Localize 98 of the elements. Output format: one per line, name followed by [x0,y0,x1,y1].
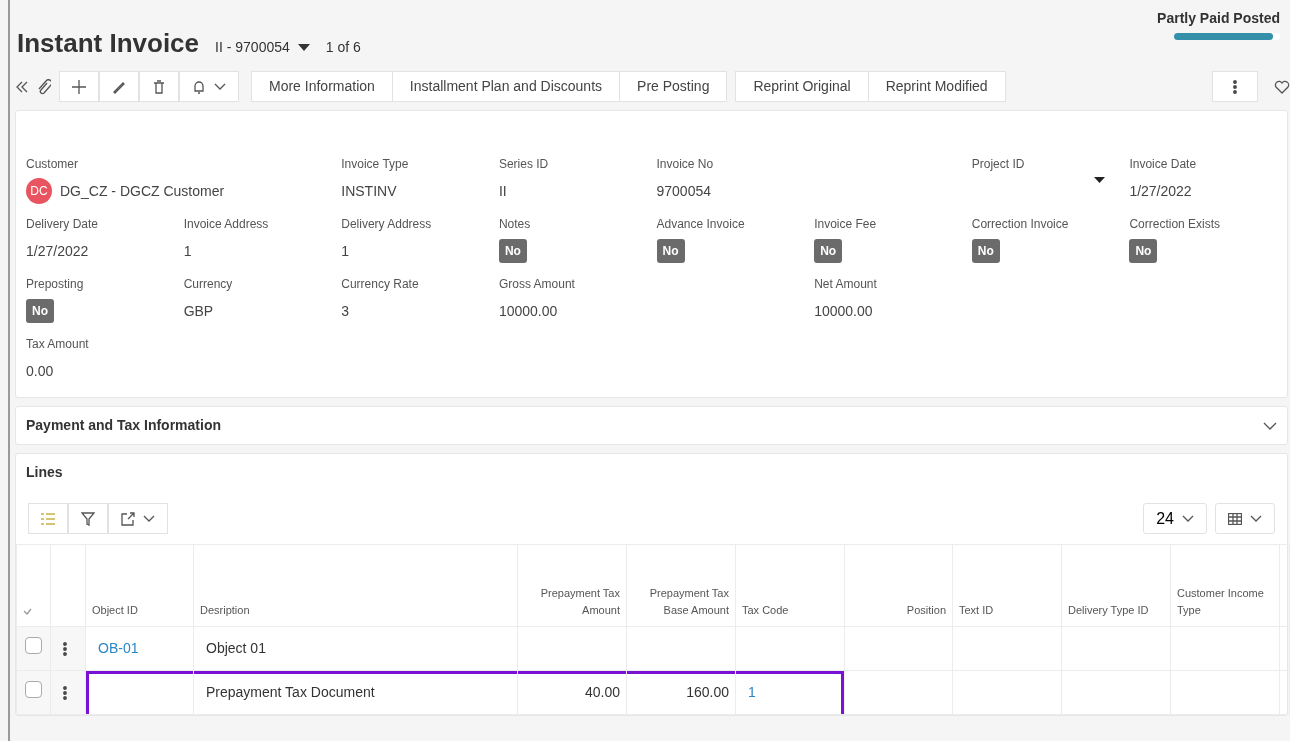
field-label: Customer [26,156,79,173]
field-value: 10000.00 [814,301,873,321]
toolbar-button[interactable]: Installment Plan and Discounts [392,71,621,102]
field-label: Advance Invoice [656,216,746,233]
toolbar-button[interactable]: Reprint Original [735,71,869,102]
field-value: 9700054 [656,181,711,201]
column-header[interactable]: Prepayment Tax Amount [517,544,627,627]
heart-icon[interactable] [1274,79,1290,94]
chevron-icon [214,82,226,91]
row-checkbox[interactable] [25,681,42,698]
toolbar-button[interactable]: More Information [251,71,393,102]
chevron-icon [143,514,155,523]
field-value: 1/27/2022 [26,241,89,261]
page-title: Instant Invoice [17,27,200,60]
field-label: Preposting [26,276,85,293]
record-pager: 1 of 6 [325,38,361,57]
field-label: Delivery Date [26,216,100,233]
field-label: Gross Amount [498,276,576,293]
field-label: Invoice Fee [814,216,878,233]
field-value: 1/27/2022 [1129,181,1192,201]
field-value: 1 [341,241,350,261]
page-size-dropdown[interactable]: 24 [1143,503,1207,534]
paperclip-icon[interactable] [37,78,51,95]
delete-button[interactable] [139,71,179,102]
table-icon [1228,512,1242,525]
column-header[interactable]: Text ID [952,544,1062,627]
table-cell: 160.00 [686,684,729,700]
table-cell: Prepayment Tax Document [206,684,375,700]
toggle-switch[interactable]: No [971,239,1000,263]
kebab-icon[interactable] [63,686,67,701]
collapsible-panel[interactable]: Payment and Tax Information [15,406,1288,445]
field-label: Invoice Type [341,156,410,173]
table-cell: Object 01 [206,640,266,656]
cell-link[interactable]: OB-01 [98,640,139,656]
field-label: Invoice Address [183,216,270,233]
toggle-switch[interactable]: No [26,299,54,323]
caret-icon [297,43,310,52]
toggle-switch[interactable]: No [498,239,527,263]
field-label: Series ID [498,156,550,173]
section-title: Lines [25,463,64,482]
field-label: Currency [183,276,234,293]
field-label: Project ID [971,156,1026,173]
field-value: GBP [183,301,214,321]
column-header[interactable]: Prepayment Tax Base Amount [626,544,736,627]
caret-icon [1094,177,1106,184]
field-label: Correction Exists [1129,216,1222,233]
field-value: 0.00 [26,361,54,381]
export-dropdown[interactable] [108,503,168,534]
field-label: Invoice Date [1129,156,1198,173]
edit-button[interactable] [99,71,139,102]
column-header[interactable]: Delivery Type ID [1061,544,1171,627]
kebab-icon[interactable] [63,642,67,657]
field-label: Delivery Address [341,216,433,233]
filter-icon [81,511,95,526]
field-value: 10000.00 [498,301,558,321]
more-button[interactable] [1212,71,1258,102]
toggle-switch[interactable]: No [814,239,843,263]
checkmark-icon [23,608,32,615]
column-header[interactable]: Object ID [85,544,194,627]
field-label: Currency Rate [341,276,420,293]
toggle-switch[interactable]: No [1129,239,1158,263]
table-cell: 40.00 [584,684,620,700]
panel-title: Payment and Tax Information [26,416,221,435]
column-header[interactable]: Customer Income Type [1170,544,1280,627]
record-selector[interactable]: II - 9700054 [215,37,310,58]
plus-icon [72,79,86,94]
avatar: DC [26,178,52,204]
row-checkbox[interactable] [25,637,42,654]
add-button[interactable] [59,71,99,102]
notify-dropdown[interactable] [179,71,239,102]
field-label: Net Amount [814,276,878,293]
field-label: Tax Amount [26,336,90,353]
field-value: 3 [341,301,350,321]
trash-icon [152,79,166,94]
toggle-switch[interactable]: No [656,239,685,263]
toolbar-button[interactable]: Pre Posting [620,71,728,102]
collapse-icon[interactable] [15,79,29,94]
column-chooser-dropdown[interactable] [1215,503,1275,534]
column-header[interactable]: Tax Code [735,544,845,627]
chevron-icon [1182,514,1194,523]
filter-button[interactable] [68,503,108,534]
chevron-icon [1250,514,1262,523]
export-icon [121,511,135,526]
field-label: Notes [498,216,532,233]
field-value: II [498,181,507,201]
status-label: Partly Paid Posted [1157,9,1280,28]
field-value: INSTINV [341,181,397,201]
list-icon [41,512,55,525]
kebab-icon [1233,79,1237,94]
field-value: DG_CZ - DGCZ Customer [60,181,225,201]
bell-icon [192,79,206,94]
column-header[interactable]: Position [844,544,953,627]
field-label: Correction Invoice [971,216,1070,233]
field-value: 1 [183,241,192,261]
field-label: Invoice No [656,156,715,173]
toolbar-button[interactable]: Reprint Modified [868,71,1006,102]
cell-link[interactable]: 1 [748,684,756,700]
column-header[interactable]: Desription [193,544,518,627]
